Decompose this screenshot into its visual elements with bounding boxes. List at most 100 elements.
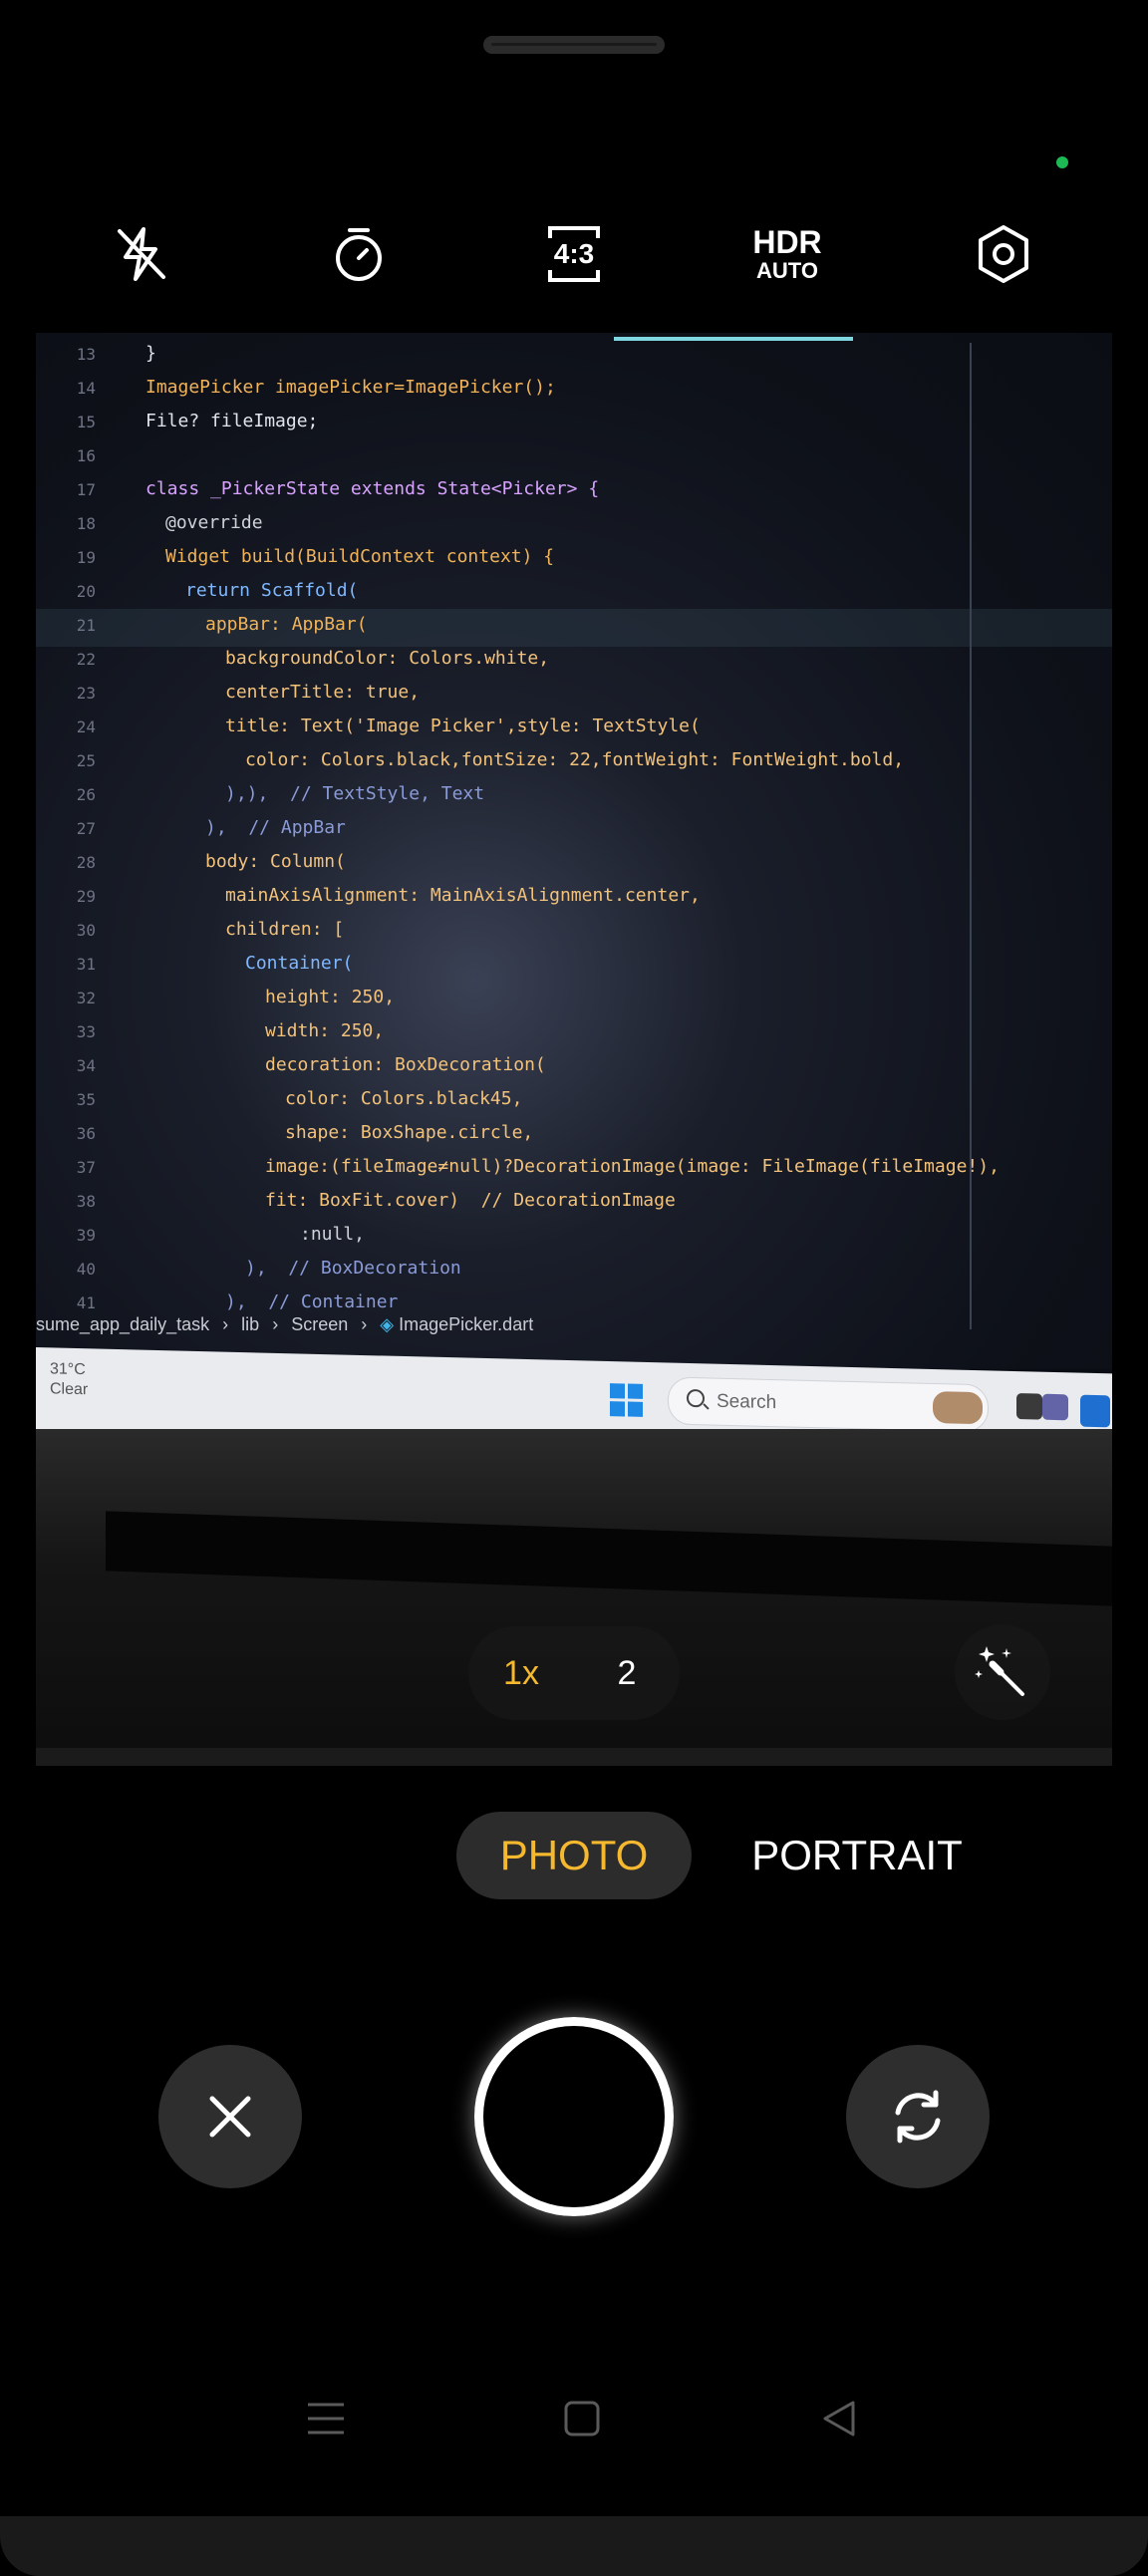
breadcrumb-separator: ›	[272, 1314, 279, 1334]
nav-home-button[interactable]	[552, 2392, 612, 2445]
aspect-ratio-button[interactable]: 4:3	[529, 219, 619, 289]
taskbar-app-icon	[933, 1390, 983, 1425]
zoom-option-1x[interactable]: 1x	[468, 1626, 574, 1720]
line-number: 26	[76, 785, 96, 804]
mode-photo[interactable]: PHOTO	[456, 1812, 692, 1899]
code-line: ), // Container	[225, 1291, 399, 1312]
camera-viewfinder[interactable]: 13} 14 ImagePicker imagePicker=ImagePicker…	[36, 333, 1112, 1766]
hdr-mode-label: AUTO	[756, 258, 818, 283]
code-line: shape: BoxShape.circle,	[285, 1122, 534, 1143]
system-navigation-bar	[0, 2392, 1148, 2445]
code-line: fit: BoxFit.cover) // DecorationImage	[265, 1190, 676, 1211]
code-line: height: 250,	[265, 987, 396, 1007]
line-number: 25	[76, 751, 96, 770]
line-number: 21	[76, 616, 96, 635]
code-line: Container(	[245, 953, 354, 974]
line-number: 28	[76, 853, 96, 872]
taskbar-app-icon	[1080, 1394, 1110, 1428]
line-number: 24	[76, 717, 96, 736]
code-line: color: Colors.black45,	[285, 1088, 523, 1109]
switch-camera-icon	[895, 2090, 941, 2144]
shutter-button[interactable]	[474, 2017, 674, 2216]
earpiece	[483, 36, 665, 54]
line-number: 13	[76, 345, 96, 364]
code-line: backgroundColor: Colors.white,	[225, 648, 550, 669]
code-line: color: Colors.black,fontSize: 22,fontWei…	[245, 749, 905, 770]
line-number: 36	[76, 1124, 96, 1143]
code-line: appBar: AppBar(	[205, 614, 368, 635]
line-number: 29	[76, 887, 96, 906]
code-line: Widget build(BuildContext context) {	[165, 546, 555, 567]
breadcrumb: sume_app_daily_task › lib › Screen › ◈ I…	[36, 1314, 1112, 1346]
line-number: 22	[76, 650, 96, 669]
camera-app: 4:3 HDR AUTO 13} 14 ImagePicker imagePicke…	[0, 0, 1148, 2576]
code-line: centerTitle: true,	[225, 682, 421, 703]
weather-condition: Clear	[50, 1380, 89, 1399]
back-icon	[823, 2401, 855, 2436]
aspect-ratio-label: 4:3	[553, 238, 595, 269]
line-number: 33	[76, 1022, 96, 1041]
timer-button[interactable]	[314, 219, 404, 289]
line-number: 32	[76, 989, 96, 1007]
ai-enhance-button[interactable]	[955, 1624, 1050, 1720]
line-number: 35	[76, 1090, 96, 1109]
line-number: 17	[76, 480, 96, 499]
line-number: 18	[76, 514, 96, 533]
laptop-hinge	[106, 1511, 1112, 1606]
line-number: 15	[76, 413, 96, 431]
timer-icon	[336, 228, 382, 281]
line-number: 41	[76, 1293, 96, 1312]
code-line: class _PickerState extends State<Picker>…	[145, 478, 600, 499]
nav-back-button[interactable]	[809, 2392, 869, 2445]
windows-logo-icon	[610, 1383, 644, 1418]
line-number: 16	[76, 446, 96, 465]
nav-menu-button[interactable]	[296, 2392, 356, 2445]
code-line: ), // BoxDecoration	[245, 1258, 461, 1279]
line-number: 37	[76, 1158, 96, 1177]
menu-icon	[308, 2403, 344, 2434]
magic-wand-icon	[975, 1646, 1024, 1696]
code-line: ), // AppBar	[205, 817, 346, 838]
monitor-screen: 13} 14 ImagePicker imagePicker=ImagePicker…	[36, 333, 1112, 1369]
line-number: 20	[76, 582, 96, 601]
zoom-option-2x[interactable]: 2	[574, 1626, 680, 1720]
mode-selector: PHOTO PORTRAIT	[0, 1812, 1148, 1899]
zoom-selector: 1x 2	[468, 1626, 680, 1720]
line-number: 39	[76, 1226, 96, 1245]
close-icon	[209, 2096, 251, 2138]
device-bottom-edge	[0, 2516, 1148, 2576]
line-number: 23	[76, 684, 96, 703]
weather-widget: 31°C Clear	[50, 1359, 88, 1400]
breadcrumb-folder-screen: Screen	[291, 1314, 349, 1334]
keyboard-row	[36, 1748, 1112, 1766]
flash-off-icon	[118, 227, 165, 281]
flash-button[interactable]	[97, 219, 186, 289]
code-line: mainAxisAlignment: MainAxisAlignment.cen…	[225, 885, 701, 906]
taskbar-app-icon	[1016, 1393, 1042, 1420]
camera-in-use-indicator	[1056, 156, 1068, 168]
breadcrumb-file: ImagePicker.dart	[399, 1314, 534, 1334]
code-line: @override	[165, 512, 263, 533]
search-icon	[687, 1388, 705, 1408]
line-number: 30	[76, 921, 96, 940]
hdr-button[interactable]: HDR AUTO	[742, 219, 832, 289]
line-number: 19	[76, 548, 96, 567]
dart-file-icon: ◈	[380, 1314, 395, 1334]
code-line: File? fileImage;	[145, 411, 319, 431]
code-line: children: [	[225, 919, 345, 940]
code-line: ),), // TextStyle, Text	[225, 783, 485, 804]
weather-temperature: 31°C	[50, 1360, 86, 1379]
mode-portrait[interactable]: PORTRAIT	[739, 1812, 975, 1899]
taskbar-app-icon	[1042, 1393, 1068, 1421]
editor-tab-indicator	[614, 337, 853, 341]
code-line: image:(fileImage≠null)?DecorationImage(i…	[265, 1156, 1000, 1177]
line-number: 40	[76, 1260, 96, 1279]
code-line: ImagePicker imagePicker=ImagePicker();	[145, 377, 556, 398]
code-line: }	[145, 343, 156, 364]
code-line: body: Column(	[205, 851, 346, 872]
switch-camera-button[interactable]	[846, 2045, 990, 2188]
close-button[interactable]	[158, 2045, 302, 2188]
settings-button[interactable]	[959, 219, 1048, 289]
breadcrumb-folder-lib: lib	[241, 1314, 260, 1334]
current-line-highlight	[36, 609, 1112, 647]
